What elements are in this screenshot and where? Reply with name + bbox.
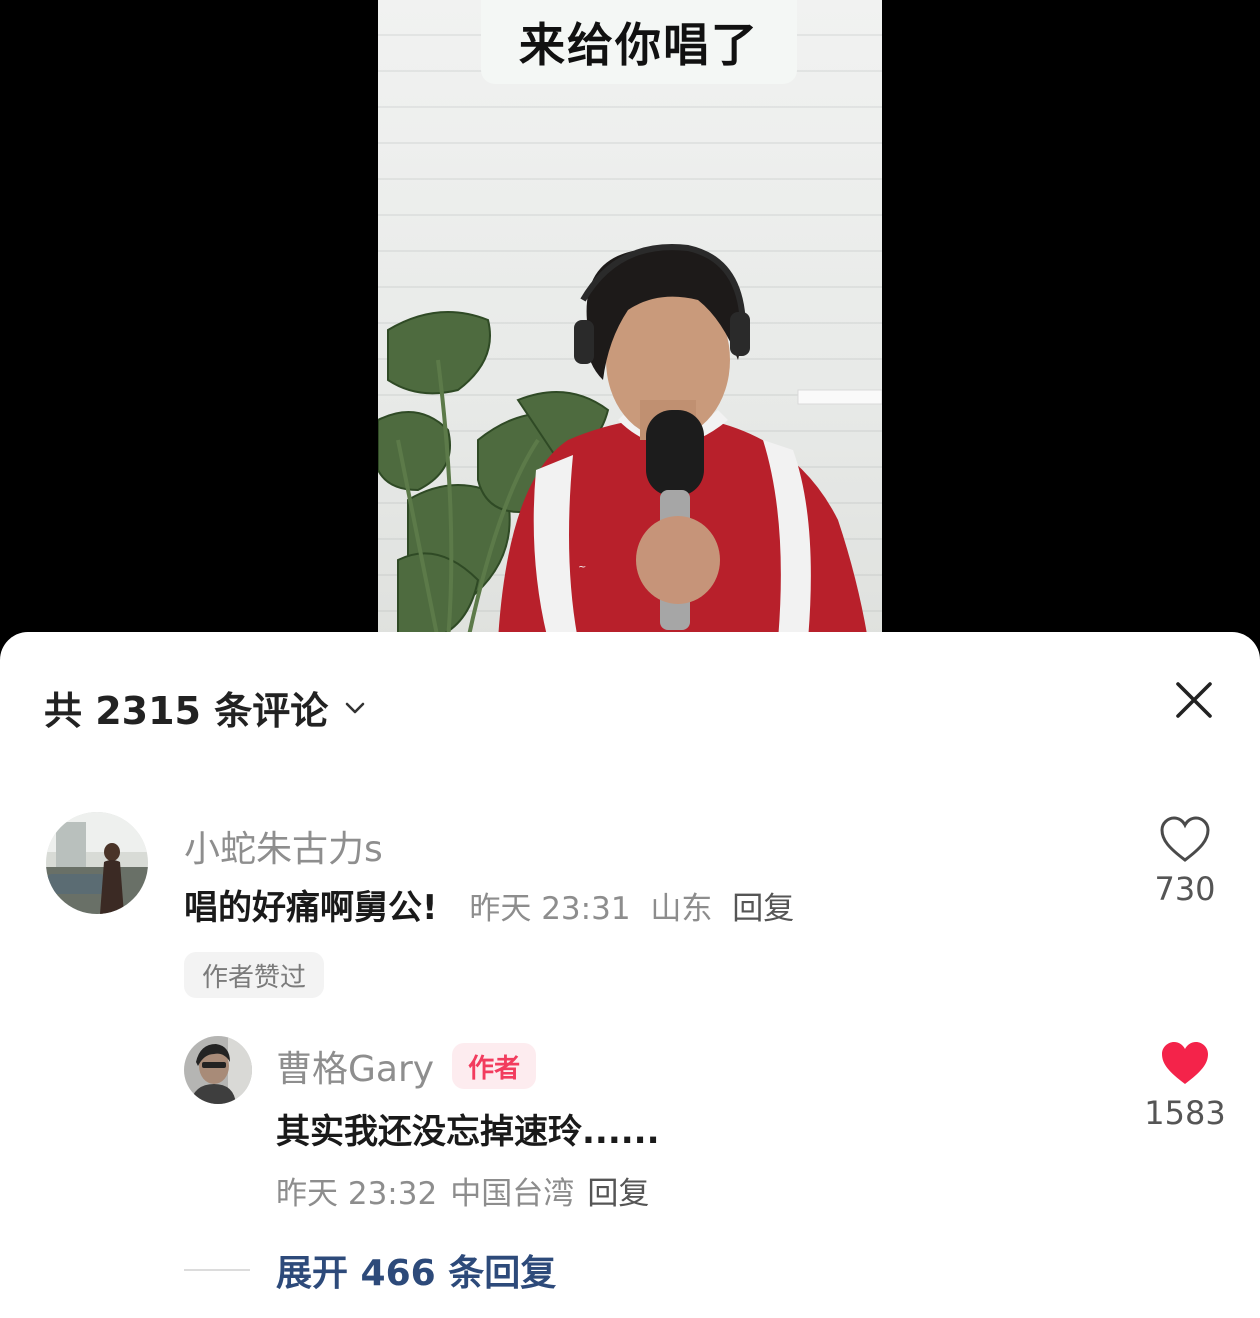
comment-username[interactable]: 小蛇朱古力s [184, 820, 383, 872]
comments-sheet: 共 2315 条评论 小蛇朱古力s 唱的好痛啊舅公! 昨天 23:31 山东 回… [0, 632, 1260, 1318]
reply-username[interactable]: 曹格Gary [276, 1040, 434, 1092]
heart-outline-icon[interactable] [1159, 816, 1211, 864]
comment-text: 唱的好痛啊舅公! [184, 888, 438, 928]
comment-like-count: 730 [1154, 870, 1216, 908]
comment-body[interactable]: 唱的好痛啊舅公! 昨天 23:31 山东 回复 [184, 880, 794, 929]
reply-like-button[interactable]: 1583 [1140, 1040, 1230, 1132]
expand-divider [184, 1269, 250, 1271]
chevron-down-icon[interactable] [340, 693, 370, 723]
expand-replies-button[interactable]: 展开 466 条回复 [276, 1244, 556, 1296]
comments-header[interactable]: 共 2315 条评论 [44, 680, 370, 735]
reply-reply-button[interactable]: 回复 [587, 1176, 649, 1212]
reply-location: 中国台湾 [450, 1176, 575, 1212]
reply-avatar[interactable] [184, 1036, 252, 1104]
avatar[interactable] [46, 812, 148, 914]
comment-location: 山东 [650, 891, 713, 927]
avatar-image [46, 812, 148, 914]
author-liked-badge: 作者赞过 [184, 952, 325, 998]
reply-header: 曹格Gary 作者 [276, 1040, 537, 1092]
reply-like-count: 1583 [1144, 1094, 1226, 1132]
video-scene: ~ [378, 244, 882, 640]
video-caption: 来给你唱了 [481, 0, 797, 84]
comment-reply-button[interactable]: 回复 [732, 891, 794, 927]
comment-like-button[interactable]: 730 [1150, 816, 1220, 908]
reply-text[interactable]: 其实我还没忘掉速玲...... [276, 1104, 660, 1153]
svg-text:~: ~ [578, 562, 586, 573]
video-frame[interactable]: ~ 来给你唱了 [378, 0, 882, 640]
reply-meta: 昨天 23:32 中国台湾 回复 [276, 1168, 649, 1213]
video-player[interactable]: ~ 来给你唱了 [0, 0, 1260, 640]
expand-replies[interactable]: 展开 466 条回复 [184, 1244, 556, 1296]
comment-count-label[interactable]: 共 2315 条评论 [44, 680, 328, 735]
heart-filled-icon[interactable] [1159, 1040, 1211, 1088]
close-icon[interactable] [1172, 678, 1216, 722]
author-badge: 作者 [452, 1043, 537, 1089]
reply-avatar-image [184, 1036, 252, 1104]
comment-time: 昨天 23:31 [469, 891, 631, 927]
reply-time: 昨天 23:32 [276, 1176, 438, 1212]
